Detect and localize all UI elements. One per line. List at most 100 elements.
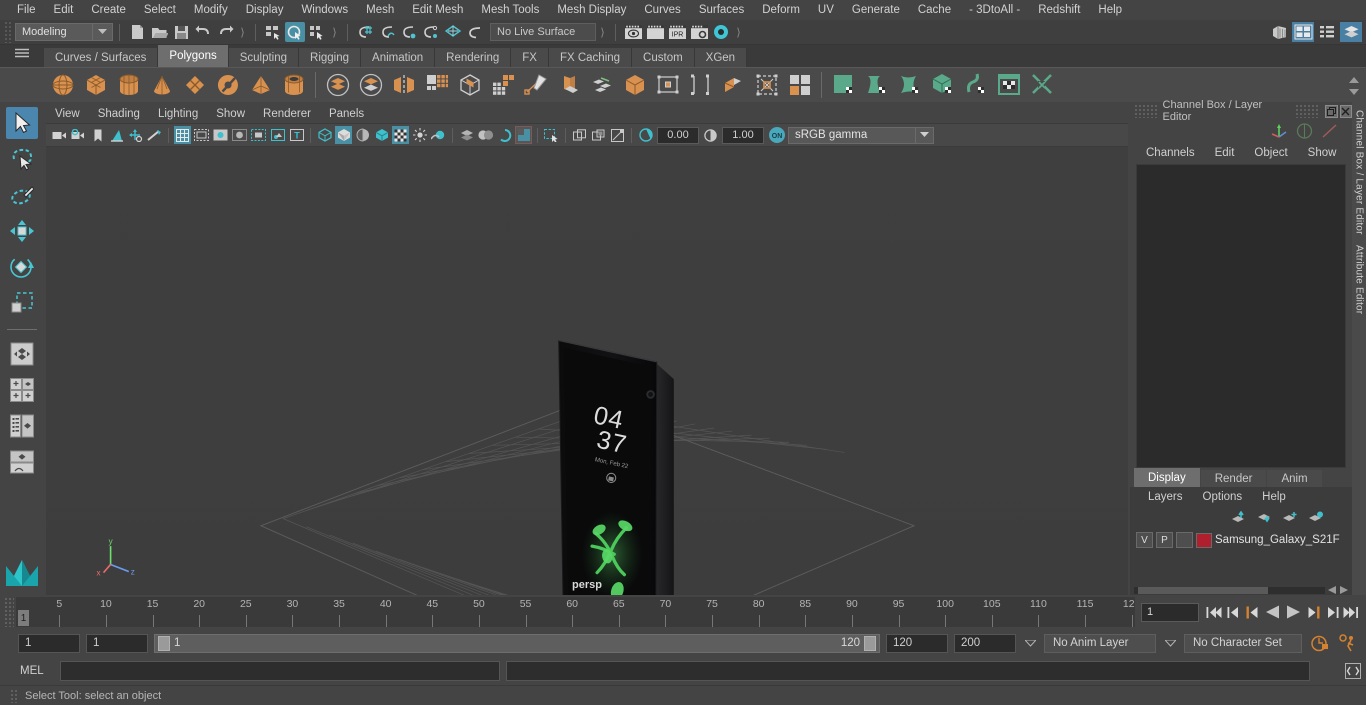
smooth-icon[interactable] [420, 70, 453, 101]
multi-cut-icon[interactable] [519, 70, 552, 101]
fill-hole-icon[interactable] [651, 70, 684, 101]
live-surface-field[interactable]: No Live Surface [490, 23, 596, 41]
poly-sphere-icon[interactable] [46, 70, 79, 101]
layout-editor-icon[interactable] [1292, 22, 1314, 42]
step-forward-frame-icon[interactable] [1304, 602, 1322, 622]
xray-active-components-icon[interactable] [609, 126, 626, 144]
shelf-tab-polygons[interactable]: Polygons [158, 45, 229, 67]
menu-edit[interactable]: Edit [45, 0, 83, 20]
undo-icon[interactable] [193, 22, 213, 42]
viewport-menu-lighting[interactable]: Lighting [149, 108, 207, 120]
automatic-uv-icon[interactable] [926, 70, 959, 101]
oriented-bounding-box-icon[interactable] [146, 126, 163, 144]
snap-projected-icon[interactable] [421, 22, 441, 42]
make-live-icon[interactable] [465, 22, 485, 42]
resolution-gate-icon[interactable] [212, 126, 229, 144]
panel-grip[interactable] [1134, 104, 1159, 118]
animation-start-field[interactable]: 1 [18, 633, 80, 653]
append-polygon-icon[interactable] [684, 70, 717, 101]
shelf-tab-curves-surfaces[interactable]: Curves / Surfaces [44, 48, 159, 67]
hypershade-icon[interactable] [711, 22, 731, 42]
select-camera-icon[interactable] [51, 126, 68, 144]
current-time-indicator[interactable]: 1 [18, 610, 29, 626]
select-component-icon[interactable] [307, 22, 327, 42]
quad-draw-icon[interactable] [585, 70, 618, 101]
shelf-tab-rigging[interactable]: Rigging [299, 48, 362, 67]
color-management-select[interactable]: sRGB gamma [788, 126, 916, 144]
viewport-menu-shading[interactable]: Shading [89, 108, 149, 120]
poly-pipe-icon[interactable] [277, 70, 310, 101]
snap-curve-icon[interactable] [377, 22, 397, 42]
viewport-menu-renderer[interactable]: Renderer [254, 108, 320, 120]
exposure-icon[interactable] [637, 126, 654, 144]
menu-generate[interactable]: Generate [843, 0, 909, 20]
hypergraph-persp-layout-button[interactable] [6, 446, 38, 478]
textured-icon[interactable] [392, 126, 409, 144]
extrude-icon[interactable] [486, 70, 519, 101]
shelf-tab-custom[interactable]: Custom [632, 48, 695, 67]
layer-tab-anim[interactable]: Anim [1267, 470, 1322, 487]
current-frame-field[interactable]: 1 [1141, 602, 1199, 622]
safe-action-icon[interactable] [269, 126, 286, 144]
shelf-tab-animation[interactable]: Animation [361, 48, 436, 67]
command-line-input[interactable] [60, 661, 500, 681]
menu-create[interactable]: Create [82, 0, 135, 20]
menu-surfaces[interactable]: Surfaces [690, 0, 753, 20]
menu-mesh[interactable]: Mesh [357, 0, 403, 20]
channel-box-menu-object[interactable]: Object [1244, 147, 1297, 159]
motion-blur-icon[interactable] [496, 126, 513, 144]
menu-mesh-tools[interactable]: Mesh Tools [472, 0, 548, 20]
poly-plane-icon[interactable] [178, 70, 211, 101]
bookmark-icon[interactable] [89, 126, 106, 144]
help-line-grip[interactable] [10, 688, 17, 703]
use-all-lights-icon[interactable] [430, 126, 447, 144]
single-perspective-layout-button[interactable] [6, 338, 38, 370]
menu-cache[interactable]: Cache [909, 0, 960, 20]
channel-box-menu-channels[interactable]: Channels [1136, 147, 1205, 159]
color-management-toggle-icon[interactable]: ON [767, 126, 787, 144]
layer-visibility-toggle[interactable]: V [1136, 532, 1153, 548]
anim-layer-select[interactable]: No Anim Layer [1044, 633, 1156, 653]
step-back-frame-icon[interactable] [1243, 602, 1261, 622]
color-management-dropdown-arrow[interactable] [916, 126, 934, 144]
menu-modify[interactable]: Modify [185, 0, 237, 20]
poly-cone-icon[interactable] [145, 70, 178, 101]
layer-list-scrollbar[interactable] [1130, 585, 1352, 595]
restore-icon[interactable] [1325, 104, 1338, 118]
character-set-select[interactable]: No Character Set [1184, 633, 1302, 653]
menu-select[interactable]: Select [135, 0, 185, 20]
dock-tab-channel-box[interactable]: Channel Box / Layer Editor [1354, 110, 1365, 235]
step-back-keyframe-icon[interactable] [1224, 602, 1242, 622]
four-view-layout-button[interactable] [6, 374, 38, 406]
paint-select-tool-button[interactable] [6, 179, 38, 211]
poly-pyramid-icon[interactable] [244, 70, 277, 101]
auto-keyframe-icon[interactable] [1308, 634, 1330, 653]
menu-redshift[interactable]: Redshift [1029, 0, 1089, 20]
table-row[interactable]: V P Samsung_Galaxy_S21F [1136, 531, 1346, 549]
snap-view-plane-icon[interactable] [443, 22, 463, 42]
layer-shading-toggle[interactable] [1176, 532, 1193, 548]
layer-name[interactable]: Samsung_Galaxy_S21F [1215, 534, 1340, 546]
shaded-wireframe-icon[interactable] [373, 126, 390, 144]
menu-windows[interactable]: Windows [292, 0, 357, 20]
display-layer-list[interactable]: V P Samsung_Galaxy_S21F [1130, 527, 1352, 585]
create-layer-from-selected-icon[interactable] [1308, 511, 1324, 523]
shelf-scroll-controls[interactable] [1344, 68, 1364, 103]
scale-tool-button[interactable] [6, 287, 38, 319]
rotate-manipulator-icon[interactable] [1296, 123, 1313, 139]
menu-3dtoall[interactable]: - 3DtoAll - [960, 0, 1029, 20]
layer-tab-display[interactable]: Display [1134, 468, 1200, 487]
outliner-layout-icon[interactable] [1316, 22, 1338, 42]
viewport-menu-show[interactable]: Show [207, 108, 254, 120]
shelf-tab-fx[interactable]: FX [511, 48, 549, 67]
rotate-tool-button[interactable] [6, 251, 38, 283]
layer-menu-layers[interactable]: Layers [1138, 491, 1193, 503]
menu-uv[interactable]: UV [809, 0, 843, 20]
smooth-shade-all-icon[interactable] [335, 126, 352, 144]
wireframe-icon[interactable] [316, 126, 333, 144]
render-sequence-icon[interactable] [645, 22, 665, 42]
isolate-select-icon[interactable] [543, 126, 560, 144]
menu-curves[interactable]: Curves [635, 0, 689, 20]
gamma-icon[interactable] [702, 126, 719, 144]
menu-mesh-display[interactable]: Mesh Display [548, 0, 635, 20]
